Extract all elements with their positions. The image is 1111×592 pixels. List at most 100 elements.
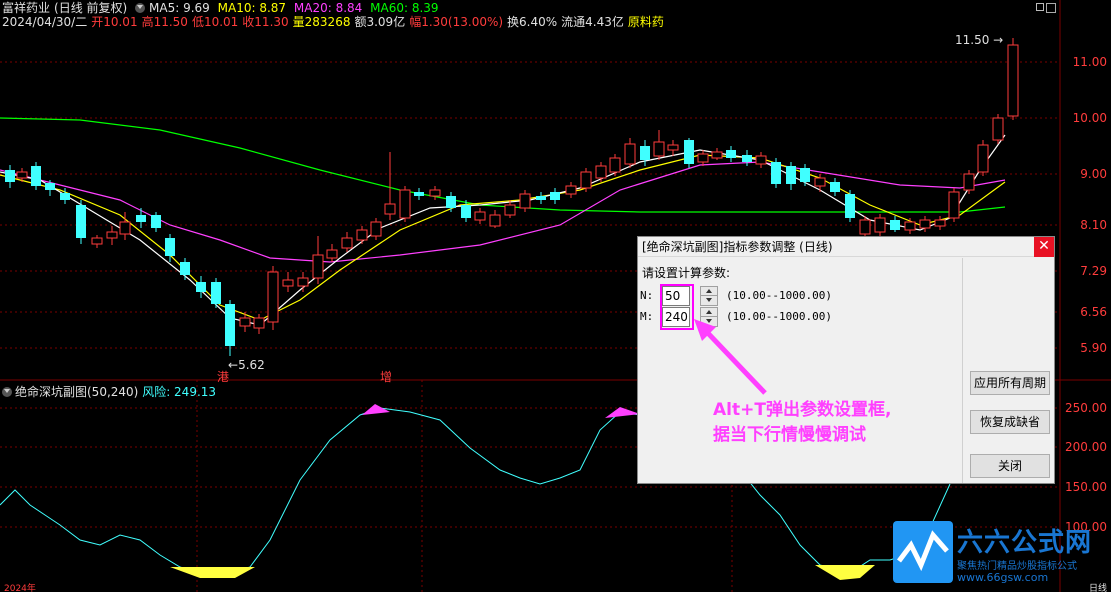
candle-body-up: [312, 254, 324, 279]
float-label: 流通4.43亿: [561, 15, 624, 29]
candle-body-up: [580, 171, 592, 189]
high-marker: 11.50 →: [955, 33, 1004, 47]
candle-body-down: [5, 170, 15, 182]
sector-label[interactable]: 原料药: [628, 15, 664, 29]
param-n-spinner[interactable]: [700, 286, 718, 306]
price-tick-2: 9.00: [1080, 167, 1107, 181]
param-highlight-box: [660, 284, 694, 330]
candle-body-up: [16, 171, 28, 179]
price-tick-0: 11.00: [1072, 55, 1107, 69]
candle-body-up: [874, 217, 886, 233]
restore-default-button[interactable]: 恢复成缺省: [970, 410, 1050, 434]
candle-body-down: [890, 220, 900, 230]
high-label: 高11.50: [141, 15, 188, 29]
brand-slogan: 聚焦热门精品炒股指标公式: [957, 561, 1077, 572]
candle-body-up: [341, 237, 353, 249]
candle-body-up: [91, 237, 103, 245]
price-tick-1: 10.00: [1072, 111, 1107, 125]
dialog-close-button[interactable]: ✕: [1034, 237, 1054, 257]
candle-body-up: [992, 117, 1004, 141]
risk-value: 风险: 249.13: [142, 385, 217, 399]
price-tick-3: 8.10: [1080, 218, 1107, 232]
candle-body-up: [814, 177, 826, 187]
amount-label: 额3.09亿: [354, 15, 406, 29]
candle-body-down: [461, 205, 471, 218]
candle-body-up: [489, 214, 501, 227]
candle-body-down: [165, 238, 175, 256]
dialog-titlebar[interactable]: [绝命深坑副图]指标参数调整 (日线) ✕: [638, 237, 1054, 257]
param-n-label: N:: [640, 289, 654, 302]
brand-logo-icon: [893, 521, 953, 583]
candle-body-down: [726, 150, 736, 158]
candle-body-up: [904, 221, 916, 231]
change-label: 幅1.30(13.00%): [409, 15, 504, 29]
candle-body-down: [536, 196, 546, 200]
brand-url: www.66gsw.com: [957, 571, 1049, 584]
callout-arrow: [694, 319, 767, 395]
turnover-label: 换6.40%: [507, 15, 558, 29]
candle-body-up: [356, 229, 368, 241]
callout-line-2: 据当下行情慢慢调试: [713, 425, 866, 445]
low-marker: ←5.62: [228, 358, 265, 372]
candle-body-up: [624, 143, 636, 165]
candle-body-down: [196, 282, 206, 292]
candle-body-up: [474, 211, 486, 221]
candle-body-up: [948, 191, 960, 219]
candle-body-up: [711, 151, 723, 159]
candle-body-up: [297, 277, 309, 287]
param-n-range: (10.00--1000.00): [726, 289, 832, 302]
candle-body-up: [609, 157, 621, 173]
restore-icon[interactable]: [1036, 3, 1044, 11]
period-label[interactable]: (日线 前复权): [54, 1, 127, 15]
sub-chart-title[interactable]: 绝命深坑副图(50,240): [15, 385, 138, 399]
candle-body-up: [384, 203, 396, 215]
danger-zone: [362, 404, 390, 415]
candle-body-up: [267, 271, 279, 323]
sub-tick-2: 150.00: [1065, 480, 1107, 494]
candle-body-up: [253, 317, 265, 329]
price-tick-4: 7.29: [1080, 264, 1107, 278]
candle-body-up: [595, 165, 607, 179]
candle-body-down: [771, 162, 781, 184]
date-axis-left: 2024年: [4, 584, 36, 592]
ma10-label: MA10: 8.87: [217, 1, 287, 15]
stock-name[interactable]: 富祥药业: [2, 1, 50, 15]
low-label: 低10.01: [191, 15, 239, 29]
dialog-body: 请设置计算参数: N: 50 (10.00--1000.00) M: 240 (…: [638, 258, 961, 483]
prompt-label: 请设置计算参数:: [642, 266, 731, 280]
spin-up-icon[interactable]: [701, 287, 717, 296]
candle-body-up: [504, 204, 516, 216]
header-row-2: 2024/04/30/二 开10.01 高11.50 低10.01 收11.30 量283…: [2, 14, 668, 30]
close-button[interactable]: 关闭: [970, 454, 1050, 478]
candle-body-up: [963, 173, 975, 191]
candle-body-down: [45, 183, 55, 190]
ma5-label: MA5: 9.69: [149, 1, 210, 15]
candle-body-up: [653, 141, 665, 157]
candle-body-down: [446, 196, 456, 208]
tag-gang[interactable]: 港: [217, 368, 229, 385]
candle-body-down: [830, 182, 840, 192]
candle-body-up: [755, 155, 767, 165]
ma-dropdown-icon[interactable]: [135, 3, 146, 13]
candle-body-up: [859, 219, 871, 235]
candle-body-down: [180, 262, 190, 275]
candle-body-down: [742, 155, 752, 162]
date-label: 2024/04/30/二: [2, 15, 88, 29]
apply-all-periods-button[interactable]: 应用所有周期: [970, 371, 1050, 395]
candle-body-down: [550, 192, 560, 200]
candle-body-down: [76, 205, 86, 238]
callout-line-1: Alt+T弹出参数设置框,: [713, 400, 892, 420]
collapse-icon[interactable]: [1046, 3, 1056, 13]
candle-body-down: [845, 194, 855, 218]
sub-dropdown-icon[interactable]: [2, 387, 12, 397]
tag-zeng[interactable]: 增: [380, 368, 392, 385]
spin-down-icon[interactable]: [701, 296, 717, 305]
dialog-button-panel: 应用所有周期 恢复成缺省 关闭: [962, 258, 1054, 483]
candle-body-down: [640, 146, 650, 160]
sub-chart-header: 绝命深坑副图(50,240) 风险: 249.13: [2, 383, 216, 400]
candle-body-up: [429, 189, 441, 197]
candle-body-up: [106, 231, 118, 239]
candle-body-down: [800, 168, 810, 182]
sub-tick-1: 200.00: [1065, 440, 1107, 454]
candle-body-up: [919, 219, 931, 229]
